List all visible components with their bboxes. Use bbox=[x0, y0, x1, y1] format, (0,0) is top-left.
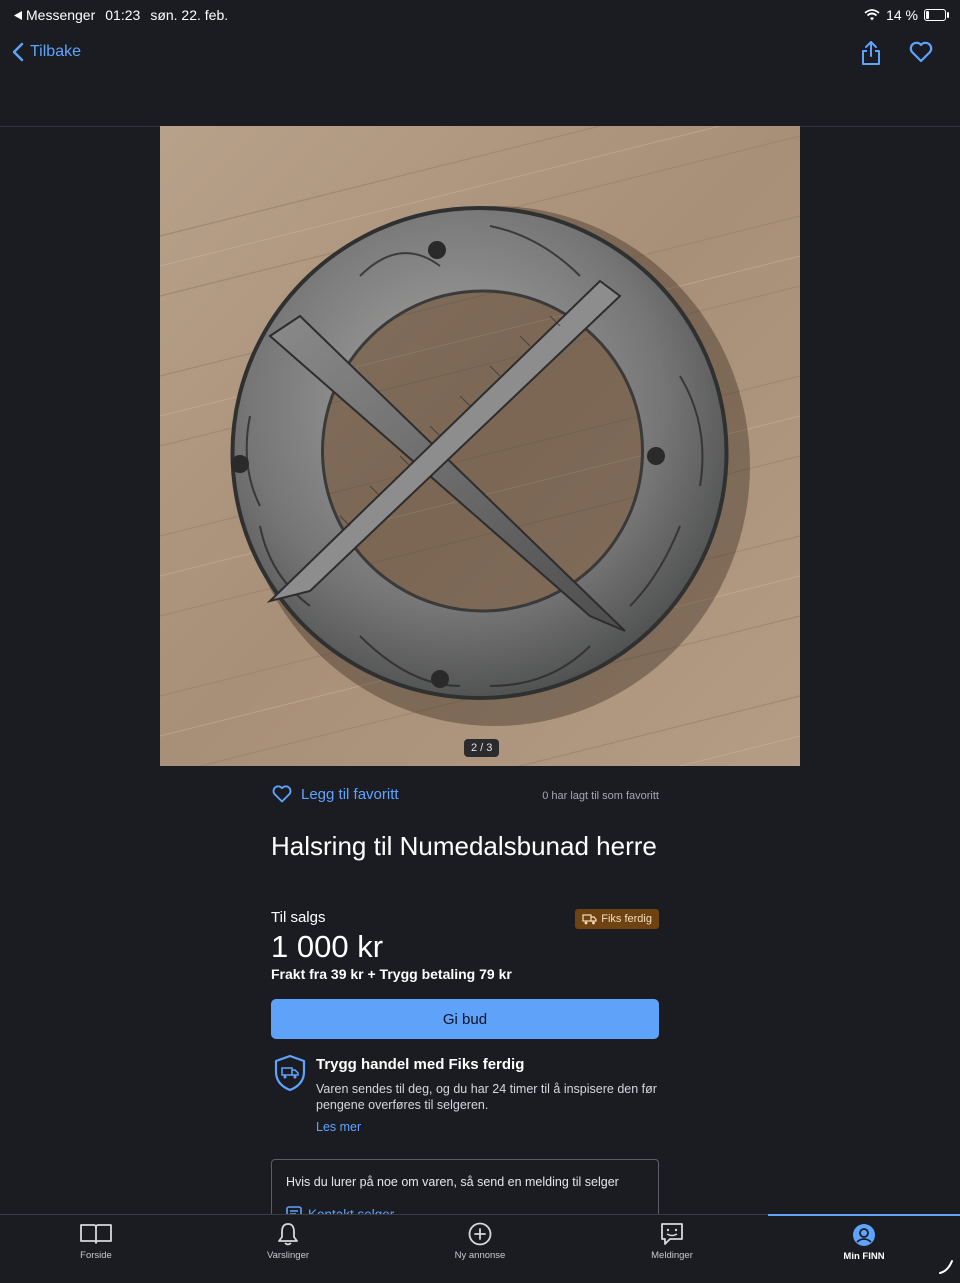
pencil-stroke-icon bbox=[939, 1260, 953, 1274]
tab-varslinger[interactable]: Varslinger bbox=[192, 1215, 384, 1282]
delivery-truck-icon bbox=[582, 913, 597, 924]
battery-icon bbox=[924, 9, 949, 21]
tab-meldinger-label: Meldinger bbox=[651, 1250, 693, 1261]
tab-ny-annonse-label: Ny annonse bbox=[454, 1250, 506, 1261]
favorite-row: Legg til favoritt 0 har lagt til som fav… bbox=[271, 784, 659, 808]
favorite-count: 0 har lagt til som favoritt bbox=[542, 790, 659, 802]
back-triangle-icon bbox=[14, 10, 22, 20]
brooch-image bbox=[160, 126, 800, 766]
back-app-label: Messenger bbox=[26, 7, 96, 23]
profile-icon bbox=[853, 1224, 875, 1246]
status-bar: Messenger 01:23 søn. 22. feb. 14 % bbox=[0, 0, 960, 30]
tab-meldinger[interactable]: Meldinger bbox=[576, 1215, 768, 1282]
badge-label: Fiks ferdig bbox=[601, 913, 652, 925]
listing-photo[interactable]: 2 / 3 bbox=[160, 126, 800, 766]
shipping-info: Frakt fra 39 kr + Trygg betaling 79 kr bbox=[271, 966, 512, 982]
heart-icon[interactable] bbox=[908, 40, 934, 64]
shield-delivery-icon bbox=[274, 1054, 306, 1092]
fiks-ferdig-badge: Fiks ferdig bbox=[575, 909, 659, 929]
nav-bar: Tilbake bbox=[0, 30, 960, 127]
listing-status: Til salgs bbox=[271, 909, 326, 926]
tab-min-finn-label: Min FINN bbox=[843, 1251, 885, 1262]
plus-circle-icon bbox=[468, 1222, 492, 1246]
chevron-left-icon bbox=[12, 42, 24, 62]
chat-icon bbox=[661, 1223, 683, 1245]
safe-trade-title: Trygg handel med Fiks ferdig bbox=[316, 1056, 525, 1073]
back-button[interactable]: Tilbake bbox=[12, 42, 81, 62]
tab-min-finn[interactable]: Min FINN bbox=[768, 1214, 960, 1283]
bell-icon bbox=[278, 1223, 298, 1246]
bottom-tab-bar: Forside Varslinger Ny annonse Meldinger … bbox=[0, 1214, 960, 1282]
listing-price: 1 000 kr bbox=[271, 929, 384, 964]
back-label: Tilbake bbox=[30, 43, 81, 60]
tab-ny-annonse[interactable]: Ny annonse bbox=[384, 1215, 576, 1282]
book-icon bbox=[80, 1224, 112, 1244]
tab-varslinger-label: Varslinger bbox=[266, 1250, 310, 1261]
place-bid-button[interactable]: Gi bud bbox=[271, 999, 659, 1039]
wifi-icon bbox=[864, 9, 880, 21]
photo-counter: 2 / 3 bbox=[464, 739, 500, 757]
back-to-app[interactable]: Messenger bbox=[14, 7, 95, 23]
safe-trade-description: Varen sendes til deg, og du har 24 timer… bbox=[316, 1082, 657, 1112]
tab-forside[interactable]: Forside bbox=[0, 1215, 192, 1282]
contact-prompt: Hvis du lurer på noe om varen, så send e… bbox=[286, 1175, 619, 1189]
add-favorite-label: Legg til favoritt bbox=[301, 785, 399, 803]
listing-title: Halsring til Numedalsbunad herre bbox=[271, 831, 657, 861]
status-date: søn. 22. feb. bbox=[150, 7, 229, 23]
tab-forside-label: Forside bbox=[80, 1250, 112, 1261]
read-more-link[interactable]: Les mer bbox=[316, 1120, 361, 1134]
share-icon[interactable] bbox=[860, 40, 882, 66]
status-time: 01:23 bbox=[105, 7, 141, 23]
battery-percent: 14 % bbox=[886, 7, 918, 23]
heart-outline-icon bbox=[272, 785, 292, 803]
